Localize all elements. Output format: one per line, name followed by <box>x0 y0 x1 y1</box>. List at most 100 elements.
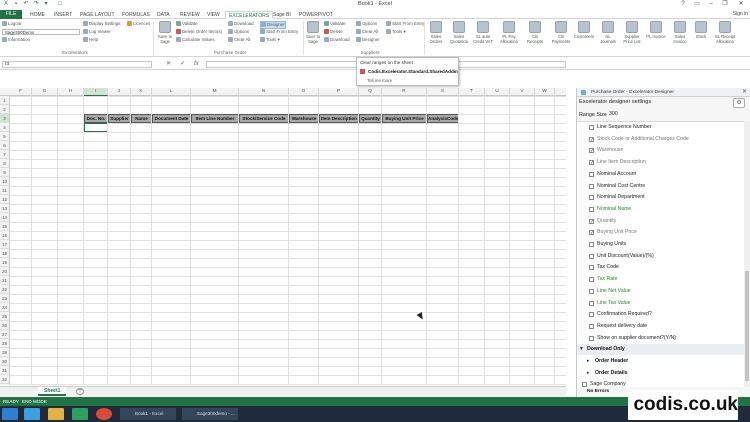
tree-order-header[interactable]: ▸ Order Header <box>577 356 745 367</box>
column-header[interactable]: V <box>510 88 535 96</box>
help-button[interactable]: Help <box>83 37 98 43</box>
checkbox-unchecked[interactable] <box>589 277 594 283</box>
range-size-input[interactable]: 300 <box>609 111 623 118</box>
checkbox-unchecked[interactable] <box>589 206 594 212</box>
row-header[interactable]: 7 <box>0 150 10 159</box>
row-header[interactable]: 14 <box>0 213 10 222</box>
sup-save-to-sage-button[interactable]: Save to Sage <box>302 21 324 44</box>
row-header[interactable]: 18 <box>0 249 10 258</box>
column-header[interactable]: T <box>459 88 485 96</box>
sup-clear-all-button[interactable]: Clear All <box>356 29 378 35</box>
row-header[interactable]: 1 <box>0 96 10 105</box>
sup-start-from-entry-button[interactable]: Start From Entry <box>386 21 424 27</box>
sl-receipt-allocation-button[interactable]: SL Receipt Allocation <box>712 21 738 44</box>
row-header[interactable]: 28 <box>0 339 10 348</box>
tab-home[interactable]: HOME <box>30 11 45 19</box>
row-header[interactable]: 33 <box>0 384 10 385</box>
information-button[interactable]: Information <box>2 37 30 43</box>
field-option[interactable]: ✓ Line Item Description <box>577 157 745 168</box>
cancel-icon[interactable]: ✕ <box>166 61 171 68</box>
po-save-to-sage-button[interactable]: Save to Sage <box>154 21 176 44</box>
ie-icon[interactable] <box>24 408 40 420</box>
checkbox-unchecked[interactable] <box>589 312 594 318</box>
po-start-from-entry-button[interactable]: Start From Entry <box>260 29 298 35</box>
column-header[interactable]: Q <box>359 88 382 96</box>
row-header[interactable]: 26 <box>0 321 10 330</box>
column-header[interactable]: U <box>485 88 510 96</box>
tree-order-details[interactable]: ▸ Order Details <box>577 368 745 379</box>
cell-area[interactable]: Doc. No. Supplier Name Document Date Item Li… <box>10 96 566 385</box>
chrome-icon[interactable] <box>96 408 112 420</box>
expand-triangle-icon[interactable]: ▸ <box>587 368 590 379</box>
pl-pay-allocation-button[interactable]: PL Pay Allocation <box>498 21 520 44</box>
column-header[interactable]: G <box>32 88 58 96</box>
field-option[interactable]: Nominal Cost Centre <box>577 181 745 192</box>
taskbar-app-icon[interactable] <box>72 408 88 420</box>
field-option[interactable]: Request delivery date <box>577 321 745 332</box>
header-cell[interactable]: Buying Unit Price <box>382 114 427 123</box>
supplier-price-list-button[interactable]: Supplier Price List <box>621 21 643 44</box>
row-header[interactable]: 9 <box>0 168 10 177</box>
cb-payments-button[interactable]: CB Payments <box>550 21 572 44</box>
row-header[interactable]: 24 <box>0 303 10 312</box>
field-option[interactable]: Unit Discount(Value)/(%) <box>577 251 745 262</box>
column-header[interactable]: L <box>152 88 191 96</box>
row-header[interactable]: 21 <box>0 276 10 285</box>
sup-designer-button[interactable]: Designer <box>356 37 380 43</box>
header-cell[interactable]: Warehouse <box>289 114 319 123</box>
row-header[interactable]: 19 <box>0 258 10 267</box>
header-cell[interactable]: Doc. No. <box>84 114 108 123</box>
header-cell[interactable]: Document Date <box>152 114 191 123</box>
column-header[interactable]: M <box>191 88 239 96</box>
checkbox-unchecked[interactable] <box>589 323 594 329</box>
checkbox-unchecked[interactable] <box>589 171 594 177</box>
field-option[interactable]: Nominal Department <box>577 192 745 203</box>
section-download-only[interactable]: ▼ Download Only <box>577 344 745 356</box>
sup-validate-button[interactable]: Validate <box>324 21 346 27</box>
checkbox-unchecked[interactable] <box>589 125 594 130</box>
sales-invoice-button[interactable]: Sales Invoice <box>669 21 691 44</box>
worksheet-grid[interactable]: FGHIJKLMNOPQRSTUVW 1 2 3 4 5 6 7 8 9 10 11 12 13 14 15… <box>0 88 566 385</box>
checkbox-unchecked[interactable] <box>589 195 594 201</box>
restore-icon[interactable]: ❐ <box>718 0 732 9</box>
row-header[interactable]: 20 <box>0 267 10 276</box>
column-header[interactable]: S <box>427 88 459 96</box>
row-header[interactable]: 15 <box>0 222 10 231</box>
sign-in-link[interactable]: Sign in <box>733 11 748 17</box>
sales-quotation-button[interactable]: Sales Quotation <box>448 21 470 44</box>
column-header[interactable]: R <box>382 88 427 96</box>
pl-invoice-button[interactable]: PL Invoice <box>645 21 667 39</box>
taskbar-excel-window[interactable]: Book1 - Excel <box>120 408 176 420</box>
name-box[interactable]: I3 <box>2 61 152 68</box>
insert-function-icon[interactable]: fx <box>194 61 199 68</box>
add-sheet-icon[interactable]: + <box>76 388 84 395</box>
field-option[interactable]: ✓ Warehouse <box>577 145 745 156</box>
ribbon-display-icon[interactable]: ▭ <box>690 0 704 9</box>
field-option[interactable]: Line Net Value <box>577 286 745 297</box>
checkbox-unchecked[interactable] <box>589 183 594 189</box>
header-cell[interactable]: AnalysisCode1 <box>427 114 459 123</box>
active-cell[interactable] <box>84 123 108 132</box>
column-header[interactable]: H <box>58 88 84 96</box>
field-option[interactable]: Confirmation Required? <box>577 309 745 320</box>
tab-powerpivot[interactable]: POWERPIVOT <box>299 11 333 19</box>
po-tools-dropdown[interactable]: Tools ▾ <box>260 37 280 43</box>
checkbox-unchecked[interactable] <box>589 265 594 271</box>
column-header[interactable]: I <box>84 88 108 96</box>
cb-receipts-button[interactable]: CB Receipts <box>524 21 546 44</box>
tab-data[interactable]: DATA <box>157 11 170 19</box>
checkbox-unchecked[interactable] <box>589 335 594 341</box>
pane-scrollbar[interactable] <box>744 121 750 387</box>
checkbox-unchecked[interactable] <box>589 300 594 306</box>
row-header[interactable]: 5 <box>0 132 10 141</box>
column-header[interactable]: J <box>108 88 131 96</box>
row-header[interactable]: 4 <box>0 123 10 132</box>
tooltip-tell-me-more-link[interactable]: Tell me more <box>367 78 392 83</box>
close-window-icon[interactable]: ✕ <box>734 0 748 9</box>
field-option[interactable]: ✓ Quantity <box>577 216 745 227</box>
column-header[interactable]: P <box>319 88 359 96</box>
header-cell[interactable]: Supplier <box>108 114 131 123</box>
row-header[interactable]: 6 <box>0 141 10 150</box>
help-icon[interactable]: ? <box>676 0 690 9</box>
checkbox-checked[interactable]: ✓ <box>589 218 594 224</box>
